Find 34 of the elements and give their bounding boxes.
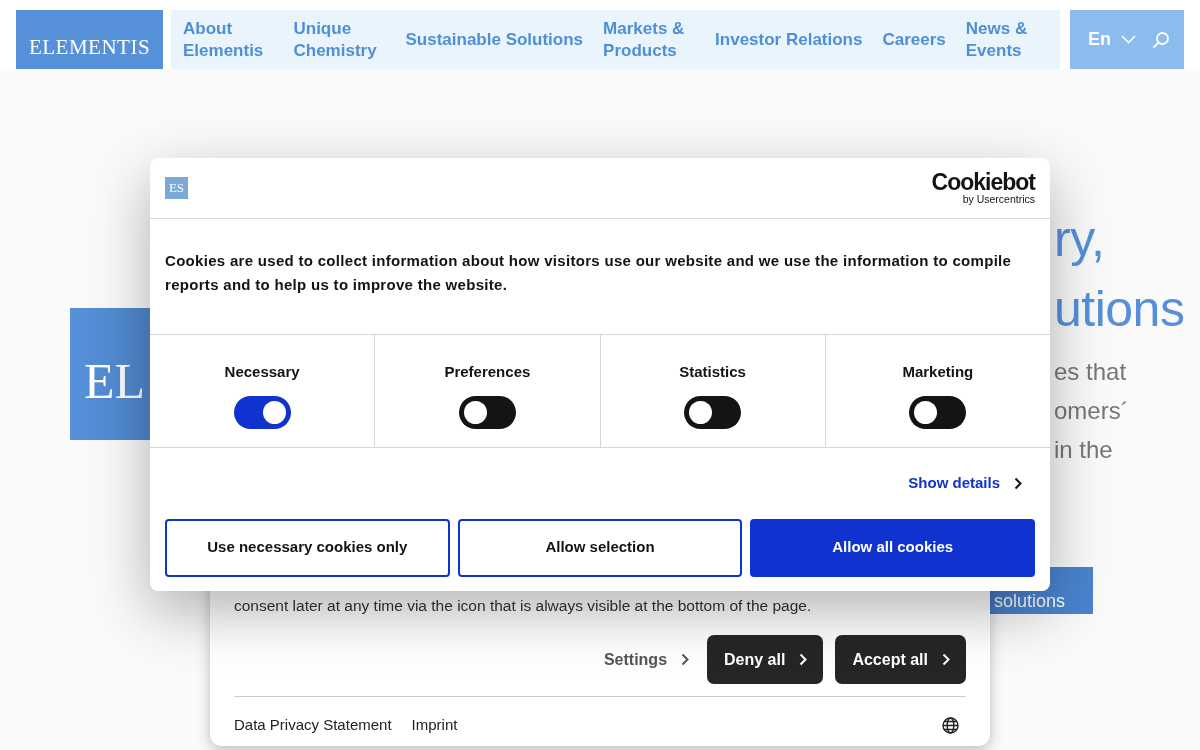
settings-button[interactable]: Settings xyxy=(597,647,696,672)
hero-subtitle: in the xyxy=(1054,435,1114,465)
consent-button[interactable]: Allow selection xyxy=(457,518,743,577)
category-label: Necessary xyxy=(224,362,300,382)
brand-logo: ES xyxy=(165,177,188,199)
cookie-description: Cookies are used to collect information about how visitors use our website and we use the information to compile reports and to help us to improve the website. xyxy=(165,251,1013,295)
chevron-right-icon xyxy=(681,653,690,667)
toggle-switch[interactable] xyxy=(684,395,742,429)
consent-text: consent later at any time via the icon that is always visible at the bottom of the page. xyxy=(234,596,813,616)
footer-link[interactable]: Imprint xyxy=(411,714,458,737)
toggle-switch[interactable] xyxy=(458,395,516,429)
consent-button[interactable]: Allow all cookies xyxy=(750,518,1035,577)
cookiebot-tagline: by Usercentrics xyxy=(961,194,1035,205)
hero-title: ry, xyxy=(1054,210,1106,269)
chevron-right-icon xyxy=(942,653,950,667)
chevron-right-icon xyxy=(1014,476,1022,490)
hero-subtitle: omers´ xyxy=(1054,396,1130,426)
chevron-right-icon xyxy=(799,653,808,667)
cookiebot-wordmark: Cookiebot xyxy=(931,171,1035,195)
deny-button[interactable]: Deny all xyxy=(707,635,824,685)
hero-logo: EL xyxy=(84,353,146,409)
show-details-link[interactable]: Show details xyxy=(908,472,1022,495)
category-label: Statistics xyxy=(679,362,746,382)
accept-button[interactable]: Accept all xyxy=(835,635,966,685)
hero-subtitle: es that xyxy=(1054,357,1128,387)
toggle-switch[interactable] xyxy=(909,395,967,429)
footer-link[interactable]: Data Privacy Statement xyxy=(234,714,392,737)
chevron-down-icon xyxy=(1121,35,1136,44)
globe-icon[interactable] xyxy=(942,717,959,734)
consent-button[interactable]: Use necessary cookies only xyxy=(165,518,450,577)
hero-title: utions xyxy=(1054,280,1186,339)
category-label: Marketing xyxy=(902,362,974,382)
toggle-switch[interactable] xyxy=(233,395,291,429)
category-label: Preferences xyxy=(444,362,531,382)
